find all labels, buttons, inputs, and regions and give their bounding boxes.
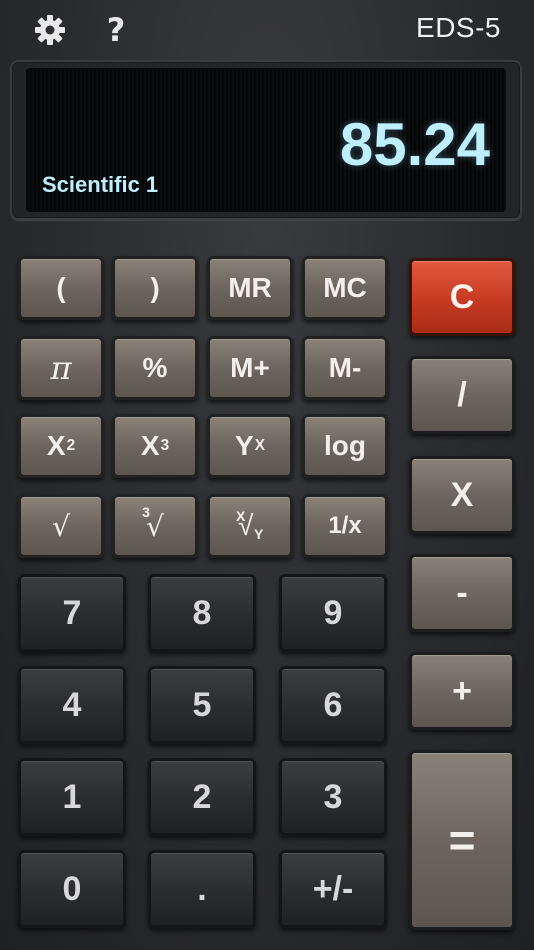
square-button[interactable]: X2 [18,414,104,478]
digit-2-button[interactable]: 2 [148,758,256,836]
cube-button[interactable]: X3 [112,414,198,478]
nth-root-button[interactable]: X √ Y [207,494,293,558]
percent-button[interactable]: % [112,336,198,400]
nth-root-radicand: Y [254,526,264,542]
plus-button[interactable]: + [409,652,515,730]
close-paren-button[interactable]: ) [112,256,198,320]
reciprocal-label: 1/x [328,512,362,539]
digit-3-button[interactable]: 3 [279,758,387,836]
display-frame: 85.24 Scientific 1 [10,60,522,220]
cube-root-button[interactable]: 3 √ [112,494,198,558]
cube-root-glyph: 3 √ [142,504,164,543]
open-paren-button[interactable]: ( [18,256,104,320]
power-button[interactable]: YX [207,414,293,478]
power-base: Y [235,430,254,461]
equals-button[interactable]: = [409,750,515,930]
app-title: EDS-5 [416,12,501,43]
display-mode-label: Scientific 1 [42,172,159,197]
gear-icon[interactable] [34,14,66,46]
square-root-symbol: √ [52,509,70,543]
minus-button[interactable]: - [409,554,515,632]
divide-button[interactable]: / [409,356,515,434]
clear-button[interactable]: C [409,258,515,336]
pi-button[interactable]: π [18,336,104,400]
digit-7-button[interactable]: 7 [18,574,126,652]
cube-base: X [140,430,160,461]
nth-root-glyph: X √ Y [230,506,270,546]
digit-8-button[interactable]: 8 [148,574,256,652]
top-bar: ? EDS-5 [0,0,534,60]
digit-9-button[interactable]: 9 [279,574,387,652]
cube-root-index: 3 [142,503,150,520]
decimal-point-button[interactable]: . [148,850,256,928]
negate-button[interactable]: +/- [279,850,387,928]
memory-minus-button[interactable]: M- [302,336,388,400]
nth-root-symbol: √ [238,510,254,541]
digit-6-button[interactable]: 6 [279,666,387,744]
log-button[interactable]: log [302,414,388,478]
square-base: X [46,430,66,461]
memory-recall-button[interactable]: MR [207,256,293,320]
cube-exponent: 3 [160,437,170,454]
display-value: 85.24 [339,111,490,178]
pi-label: π [50,349,72,387]
memory-plus-button[interactable]: M+ [207,336,293,400]
square-exponent: 2 [66,437,76,454]
display-screen: 85.24 Scientific 1 [26,68,506,212]
digit-1-button[interactable]: 1 [18,758,126,836]
digit-4-button[interactable]: 4 [18,666,126,744]
multiply-button[interactable]: X [409,456,515,534]
power-exponent: X [254,437,265,454]
digit-0-button[interactable]: 0 [18,850,126,928]
digit-5-button[interactable]: 5 [148,666,256,744]
memory-clear-button[interactable]: MC [302,256,388,320]
square-root-button[interactable]: √ [18,494,104,558]
reciprocal-button[interactable]: 1/x [302,494,388,558]
help-button[interactable]: ? [103,10,129,50]
